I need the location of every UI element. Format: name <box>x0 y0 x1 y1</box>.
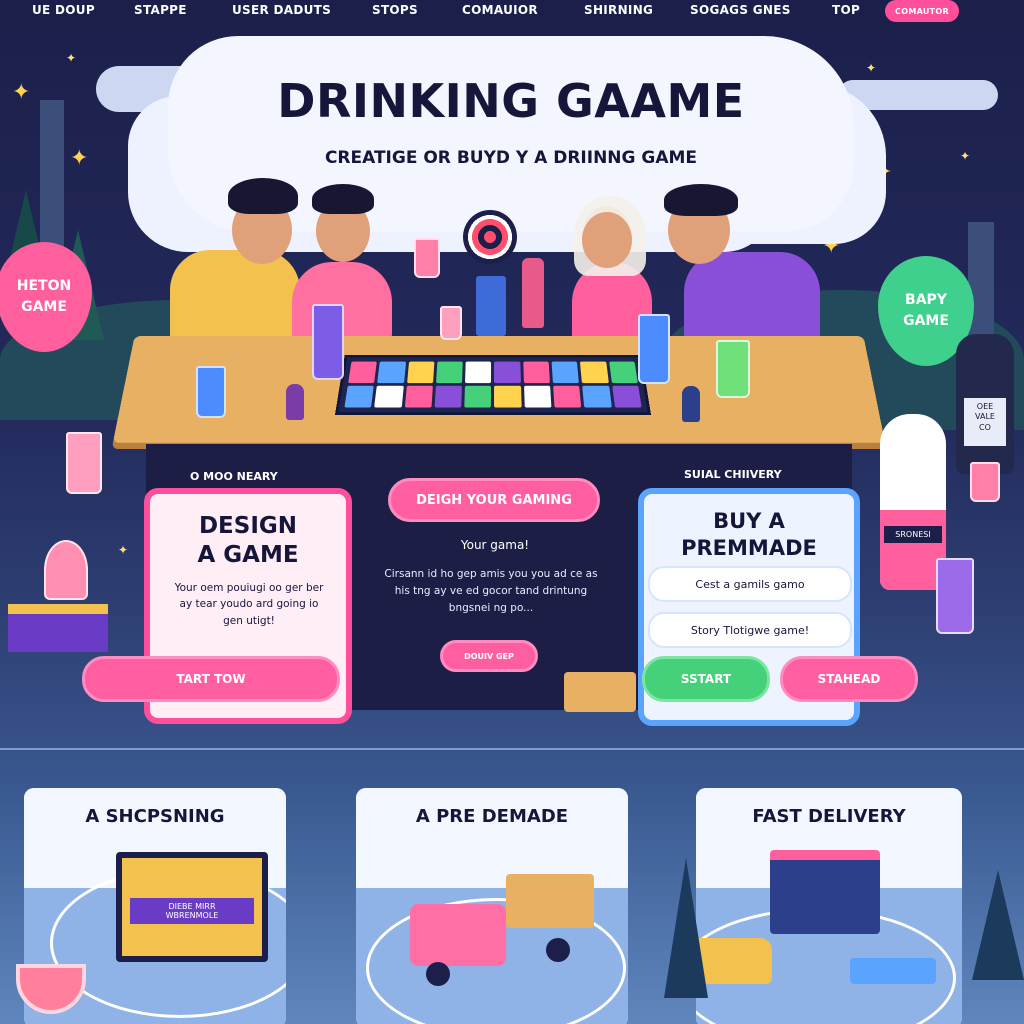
bottle-icon <box>522 258 544 328</box>
start-buy-button[interactable]: SSTART <box>642 656 770 702</box>
truck-label: DIEBE MIRR WBRENMOLE <box>130 898 254 924</box>
start-design-button[interactable]: TART TOW <box>82 656 340 702</box>
premade-card[interactable]: A PRE DEMADE <box>356 788 628 1024</box>
tower <box>968 222 994 342</box>
card-deck <box>476 276 506 336</box>
stahead-button[interactable]: STAHEAD <box>780 656 918 702</box>
dartboard-icon <box>463 210 517 264</box>
drink-glass <box>44 540 88 600</box>
nav-item-5[interactable]: COMAUIOR <box>462 3 538 17</box>
nav-item-6[interactable]: SHIRNING <box>584 3 653 17</box>
star-icon: ✦ <box>70 148 88 170</box>
fast-delivery-card-title: FAST DELIVERY <box>696 806 962 827</box>
page-subtitle: CREATIGE OR BUYD Y A DRIINNG GAME <box>168 148 854 168</box>
star-icon: ✦ <box>66 52 76 64</box>
middle-heading: Your gama! <box>410 538 580 552</box>
person-face <box>582 212 632 268</box>
star-icon: ✦ <box>874 162 892 184</box>
drink-glass <box>440 306 462 340</box>
drink-glass <box>638 314 670 384</box>
nav-item-1[interactable]: UE DOUP <box>32 3 95 17</box>
section-label-right: SUIAL CHIIVERY <box>684 468 782 481</box>
delivery-box-icon <box>770 850 880 934</box>
middle-text: Cirsann id ho gep amis you you ad ce as … <box>384 566 598 616</box>
game-piece-icon <box>286 384 304 420</box>
star-icon: ✦ <box>822 236 840 258</box>
star-icon: ✦ <box>12 82 30 104</box>
nav-item-2[interactable]: STAPPE <box>134 3 187 17</box>
nav-cta-button[interactable]: COMAUTOR <box>885 0 959 22</box>
shopping-card-title: A SHCPSNING <box>24 806 286 827</box>
drink-glass <box>312 304 344 380</box>
person-hair <box>228 178 298 214</box>
cloud <box>838 80 998 110</box>
balloon-label: HETON GAME <box>17 276 71 318</box>
tree <box>664 858 708 998</box>
small-cta-button[interactable]: DOUIV GEP <box>440 640 538 672</box>
tower <box>40 100 64 260</box>
pedestal <box>8 604 108 652</box>
game-board <box>335 355 651 415</box>
fast-delivery-card[interactable]: FAST DELIVERY <box>696 788 962 1024</box>
divider <box>0 748 1024 750</box>
design-card-title: DESIGN A GAME <box>150 512 346 571</box>
drink-glass <box>196 366 226 418</box>
wheel-icon <box>546 938 570 962</box>
premade-card-title: A PRE DEMADE <box>356 806 628 827</box>
drink-glass <box>716 340 750 398</box>
delivery-truck-icon: DIEBE MIRR WBRENMOLE <box>116 852 268 962</box>
premade-option-2[interactable]: Story Tlotigwe game! <box>648 612 852 648</box>
design-your-game-button[interactable]: DEIGH YOUR GAMING <box>388 478 600 522</box>
drink-glass <box>66 432 102 494</box>
top-nav: UE DOUP STAPPE USER DADUTS STOPS COMAUIO… <box>0 0 1024 22</box>
truck-cargo <box>506 874 594 928</box>
balloon-label: BAPY GAME <box>903 290 949 332</box>
drink-glass <box>936 558 974 634</box>
nav-item-8[interactable]: TOP <box>832 3 860 17</box>
drink-glass <box>414 238 440 278</box>
person-hair <box>312 184 374 214</box>
page-title: DRINKING GAAME <box>168 74 854 128</box>
bottle-icon: OEE VALE CO <box>956 334 1014 474</box>
star-icon: ✦ <box>960 150 970 162</box>
design-card-text: Your oem pouiugi oo ger ber ay tear youd… <box>174 580 324 629</box>
bottle-label: SRONESI <box>884 526 942 543</box>
nav-item-4[interactable]: STOPS <box>372 3 418 17</box>
drink-glass <box>970 462 1000 502</box>
game-piece-icon <box>682 386 700 422</box>
wheel-icon <box>426 962 450 986</box>
drinks-tray <box>850 958 936 984</box>
pink-truck-icon <box>410 904 506 966</box>
tree <box>972 870 1024 980</box>
nav-item-7[interactable]: SOGAGS GNES <box>690 3 791 17</box>
star-icon: ✦ <box>866 62 876 74</box>
section-label-left: O MOO NEARY <box>190 470 278 483</box>
premade-option-1[interactable]: Cest a gamils gamo <box>648 566 852 602</box>
bottle-label: OEE VALE CO <box>964 398 1006 446</box>
person-hair <box>664 184 738 216</box>
star-icon: ✦ <box>118 544 128 556</box>
nav-item-3[interactable]: USER DADUTS <box>232 3 331 17</box>
crate <box>564 672 636 712</box>
buy-card-title: BUY A PREMMADE <box>644 508 854 562</box>
